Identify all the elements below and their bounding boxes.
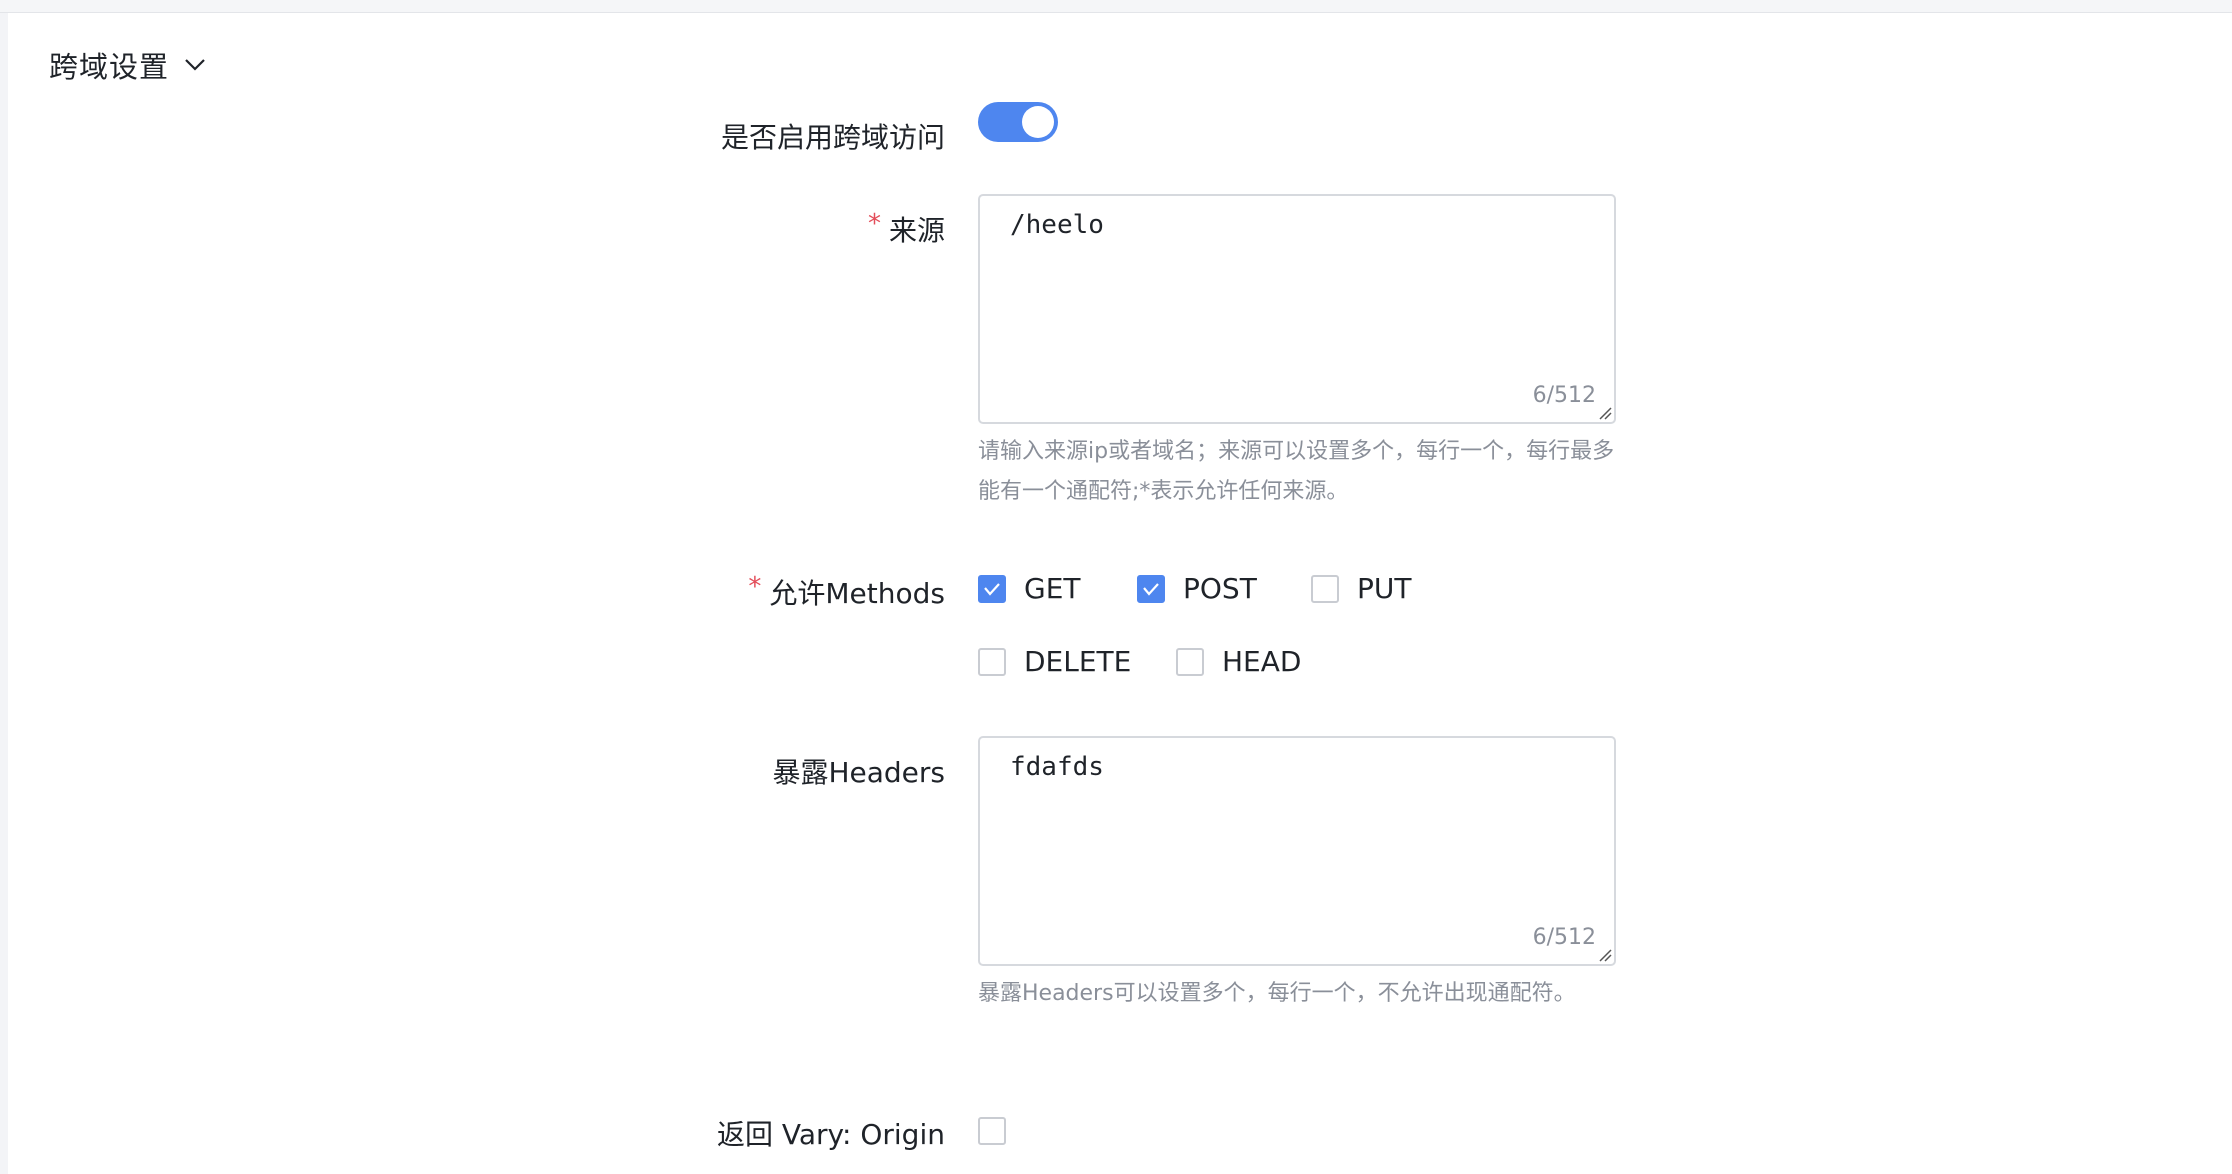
- origin-help-text: 请输入来源ip或者域名；来源可以设置多个，每行一个，每行最多能有一个通配符;*表…: [978, 439, 1615, 504]
- chevron-down-icon: [183, 57, 207, 73]
- origin-value: /heelo: [1010, 210, 1104, 240]
- checkbox-icon: [978, 647, 1006, 676]
- toggle-knob: [1022, 106, 1054, 138]
- methods-label: * 允许Methods: [748, 572, 945, 610]
- checkbox-checked-icon: [978, 574, 1006, 603]
- method-post-checkbox[interactable]: POST: [1137, 572, 1257, 605]
- expose-headers-help-text: 暴露Headers可以设置多个，每行一个，不允许出现通配符。: [978, 981, 1576, 1006]
- method-head-checkbox[interactable]: HEAD: [1176, 645, 1301, 678]
- origin-char-counter: 6/512: [1532, 383, 1596, 408]
- resize-handle-icon[interactable]: [1598, 948, 1612, 962]
- settings-panel: 跨域设置 是否启用跨域访问 * 来源 /heelo 6/512 请输入来源ip或者…: [8, 13, 2232, 1174]
- checkbox-icon: [978, 1117, 1006, 1145]
- method-head-label: HEAD: [1222, 645, 1302, 678]
- expose-headers-label: 暴露Headers: [772, 756, 945, 789]
- vary-origin-checkbox[interactable]: [978, 1117, 1006, 1145]
- section-title: 跨域设置: [49, 50, 170, 84]
- method-post-label: POST: [1183, 572, 1257, 605]
- expose-headers-textarea[interactable]: fdafds 6/512: [978, 736, 1616, 966]
- method-delete-checkbox[interactable]: DELETE: [978, 645, 1131, 678]
- method-delete-label: DELETE: [1024, 645, 1132, 678]
- method-get-checkbox[interactable]: GET: [978, 572, 1081, 605]
- method-get-label: GET: [1024, 572, 1081, 605]
- resize-handle-icon[interactable]: [1598, 406, 1612, 420]
- checkbox-checked-icon: [1137, 574, 1165, 603]
- checkbox-icon: [1311, 574, 1339, 603]
- expose-headers-char-counter: 6/512: [1532, 925, 1596, 950]
- method-put-label: PUT: [1357, 572, 1412, 605]
- checkbox-icon: [1176, 647, 1204, 676]
- enable-cors-label: 是否启用跨域访问: [720, 121, 945, 154]
- top-bar: [0, 0, 2232, 13]
- required-mark: *: [748, 572, 762, 602]
- origin-textarea[interactable]: /heelo 6/512: [978, 194, 1616, 424]
- vary-origin-label: 返回 Vary: Origin: [716, 1118, 945, 1151]
- method-put-checkbox[interactable]: PUT: [1311, 572, 1411, 605]
- enable-cors-toggle[interactable]: [978, 102, 1058, 142]
- expose-headers-value: fdafds: [1010, 752, 1104, 782]
- required-mark: *: [867, 209, 881, 239]
- section-header-cors[interactable]: 跨域设置: [49, 44, 207, 86]
- origin-label: * 来源: [867, 209, 945, 247]
